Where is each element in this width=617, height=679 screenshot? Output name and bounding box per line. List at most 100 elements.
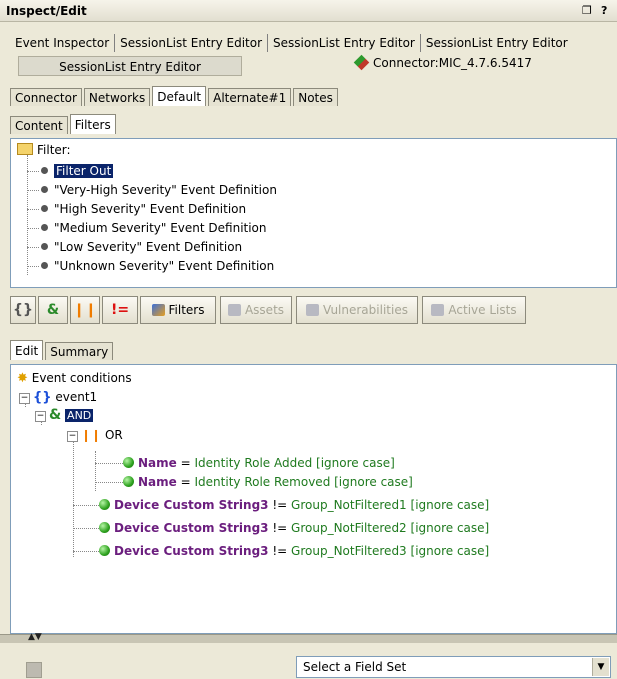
- sparkle-icon: ✸: [17, 371, 28, 386]
- condition-icon: [123, 457, 134, 468]
- or-icon: ❙❙: [81, 428, 102, 442]
- bullet-icon: [41, 167, 48, 174]
- folder-icon: [17, 143, 33, 155]
- bullet-icon: [41, 186, 48, 193]
- chevron-down-icon[interactable]: ▼: [592, 658, 609, 676]
- or-button[interactable]: ❙❙: [70, 296, 100, 324]
- filter-item-label: "Low Severity" Event Definition: [54, 240, 243, 254]
- tab-networks[interactable]: Networks: [83, 88, 151, 106]
- filters-icon: [151, 304, 165, 316]
- condition-row[interactable]: Name = Identity Role Removed [ignore cas…: [123, 474, 413, 491]
- or-icon: ❙❙: [73, 302, 97, 318]
- condition-icon: [99, 545, 110, 556]
- event1-node[interactable]: −{} event1: [19, 389, 97, 406]
- active-lists-icon: [431, 304, 445, 316]
- filter-item-label: "Very-High Severity" Event Definition: [54, 183, 277, 197]
- event-group-button[interactable]: {}: [10, 296, 36, 324]
- vulnerabilities-label: Vulnerabilities: [323, 303, 408, 317]
- connector-text: Connector:MIC_4.7.6.5417: [373, 56, 532, 70]
- connector-icon: [353, 54, 370, 71]
- splitter-arrows-icon[interactable]: ▲▼: [28, 632, 42, 642]
- bullet-icon: [41, 224, 48, 231]
- condition-value: Group_NotFiltered2 [ignore case]: [291, 521, 490, 535]
- bullet-icon: [41, 243, 48, 250]
- help-icon[interactable]: ?: [601, 4, 607, 17]
- braces-icon: {}: [13, 302, 33, 318]
- tab-sessionlist-editor-2[interactable]: SessionList Entry Editor: [268, 34, 421, 52]
- assets-icon: [227, 304, 241, 316]
- and-node[interactable]: − & AND: [35, 407, 94, 424]
- vulnerabilities-button[interactable]: Vulnerabilities: [296, 296, 418, 324]
- not-icon: !=: [110, 302, 130, 318]
- field-set-icon: [26, 662, 42, 678]
- tab-default[interactable]: Default: [152, 86, 207, 106]
- condition-icon: [123, 476, 134, 487]
- tab-filters[interactable]: Filters: [69, 114, 116, 134]
- edit-tabs: Edit Summary: [10, 340, 115, 360]
- condition-value: Identity Role Removed [ignore case]: [194, 475, 413, 489]
- or-label: OR: [104, 428, 123, 442]
- and-button[interactable]: &: [38, 296, 68, 324]
- filter-root-label: Filter:: [37, 143, 71, 157]
- filter-item[interactable]: "Very-High Severity" Event Definition: [41, 182, 277, 199]
- field-set-select[interactable]: Select a Field Set ▼: [296, 656, 611, 678]
- condition-row[interactable]: Device Custom String3 != Group_NotFilter…: [99, 497, 489, 514]
- filter-item-label: "Unknown Severity" Event Definition: [54, 259, 275, 273]
- content-tabs: Content Filters: [10, 114, 118, 134]
- and-icon: &: [46, 302, 60, 318]
- conditions-panel: ✸ Event conditions −{} event1 − & AND − ❙❙…: [10, 364, 617, 634]
- tab-notes[interactable]: Notes: [293, 88, 338, 106]
- condition-icon: [99, 522, 110, 533]
- tab-summary[interactable]: Summary: [45, 342, 114, 360]
- filter-item[interactable]: Filter Out: [41, 163, 114, 180]
- filter-item[interactable]: "Low Severity" Event Definition: [41, 239, 242, 256]
- tab-sessionlist-editor-1[interactable]: SessionList Entry Editor: [115, 34, 269, 52]
- collapse-icon[interactable]: −: [35, 411, 46, 422]
- filter-item[interactable]: "Medium Severity" Event Definition: [41, 220, 267, 237]
- condition-operator: !=: [272, 544, 288, 558]
- or-node[interactable]: − ❙❙ OR: [67, 427, 123, 444]
- event-conditions-root[interactable]: ✸ Event conditions: [17, 370, 132, 387]
- filter-item[interactable]: "High Severity" Event Definition: [41, 201, 246, 218]
- connector-label: Connector:MIC_4.7.6.5417: [353, 54, 532, 71]
- event1-label: event1: [55, 390, 98, 404]
- condition-field: Device Custom String3: [114, 521, 269, 535]
- tab-edit[interactable]: Edit: [10, 340, 44, 360]
- and-icon: &: [49, 407, 62, 423]
- field-set-selected: Select a Field Set: [303, 660, 407, 674]
- not-button[interactable]: !=: [102, 296, 138, 324]
- condition-field: Name: [138, 456, 177, 470]
- editor-tabs: Event Inspector SessionList Entry Editor S…: [10, 34, 617, 52]
- condition-operator: =: [180, 475, 191, 489]
- tab-connector[interactable]: Connector: [10, 88, 82, 106]
- assets-label: Assets: [244, 303, 285, 317]
- condition-row[interactable]: Device Custom String3 != Group_NotFilter…: [99, 543, 489, 560]
- filters-label: Filters: [168, 303, 205, 317]
- active-lists-button[interactable]: Active Lists: [422, 296, 526, 324]
- condition-value: Group_NotFiltered1 [ignore case]: [291, 498, 490, 512]
- condition-row[interactable]: Device Custom String3 != Group_NotFilter…: [99, 520, 489, 537]
- tab-content[interactable]: Content: [10, 116, 68, 134]
- condition-value: Identity Role Added [ignore case]: [194, 456, 395, 470]
- collapse-icon[interactable]: −: [67, 431, 78, 442]
- filters-button[interactable]: Filters: [140, 296, 216, 324]
- splitter[interactable]: ▲▼: [0, 632, 617, 643]
- restore-icon[interactable]: ❐: [582, 4, 592, 17]
- tab-event-inspector[interactable]: Event Inspector: [10, 34, 116, 52]
- filter-root[interactable]: Filter:: [17, 142, 71, 159]
- bullet-icon: [41, 205, 48, 212]
- condition-operator: =: [180, 456, 191, 470]
- active-lists-label: Active Lists: [448, 303, 517, 317]
- condition-field: Name: [138, 475, 177, 489]
- assets-button[interactable]: Assets: [220, 296, 292, 324]
- condition-row[interactable]: Name = Identity Role Added [ignore case]: [123, 455, 395, 472]
- braces-icon: {}: [33, 390, 52, 405]
- collapse-icon[interactable]: −: [19, 393, 30, 404]
- tab-sessionlist-editor-3[interactable]: SessionList Entry Editor: [421, 34, 573, 52]
- resource-tabs: Connector Networks Default Alternate#1 N…: [10, 86, 340, 106]
- title-bar: Inspect/Edit ❐ ?: [0, 0, 617, 22]
- filter-item[interactable]: "Unknown Severity" Event Definition: [41, 258, 274, 275]
- tab-alternate1[interactable]: Alternate#1: [208, 88, 292, 106]
- active-editor-tab[interactable]: SessionList Entry Editor: [18, 56, 242, 76]
- filter-tree-panel: Filter: Filter Out "Very-High Severity" …: [10, 138, 617, 288]
